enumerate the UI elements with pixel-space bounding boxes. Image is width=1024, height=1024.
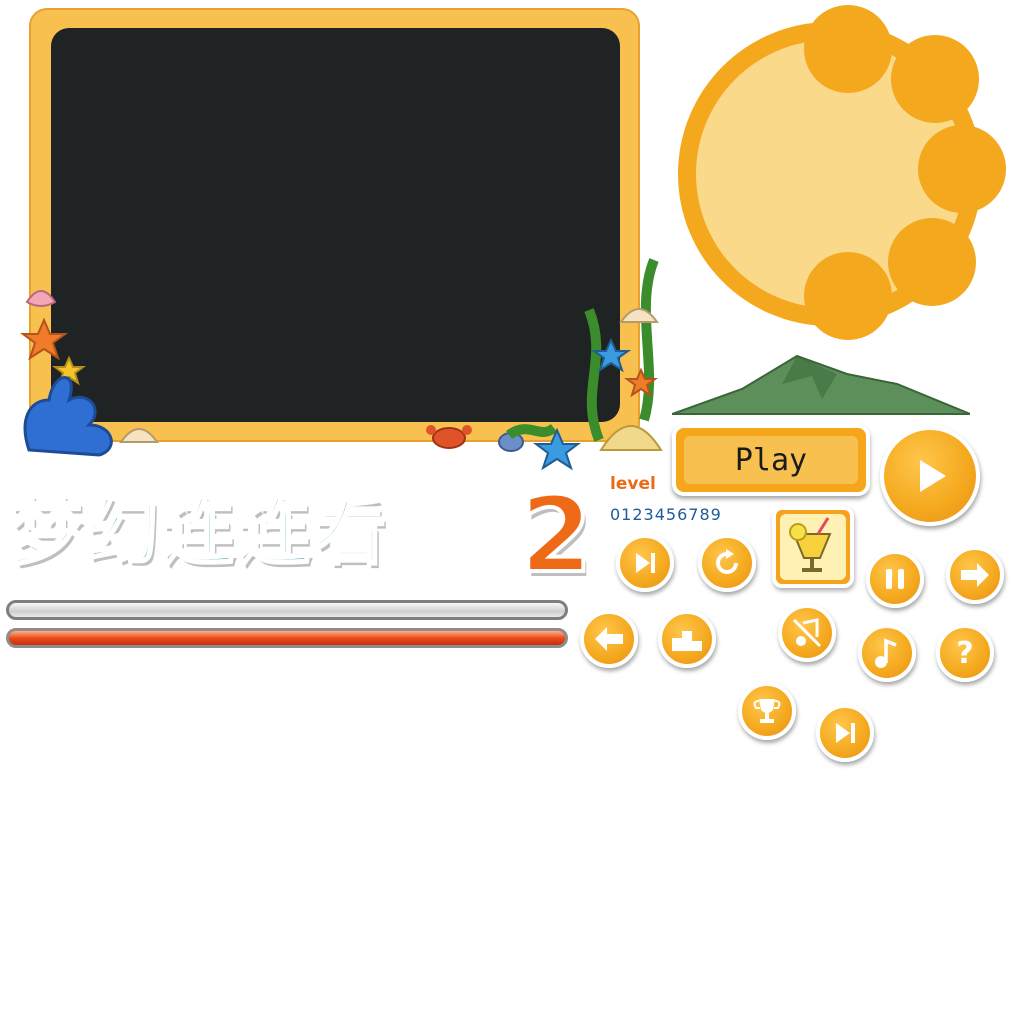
game-title-text: 梦幻连连看 (8, 489, 391, 576)
play-button[interactable]: Play (672, 424, 870, 496)
back-arrow-icon (595, 627, 623, 651)
skip-sound-button[interactable] (616, 534, 674, 592)
game-board-frame (20, 8, 663, 470)
skip-sound-icon (636, 553, 655, 573)
restart-button[interactable] (698, 534, 756, 592)
help-button[interactable]: ? (936, 624, 994, 682)
trophy-icon (753, 699, 781, 723)
pause-button[interactable] (866, 550, 924, 608)
restart-icon (716, 549, 738, 574)
next-button[interactable] (946, 546, 1004, 604)
next-arrow-icon (961, 563, 989, 587)
lemonade-icon (789, 517, 832, 572)
leaderboard-button[interactable] (658, 610, 716, 668)
lemonade-card[interactable] (772, 506, 854, 588)
game-title: 梦幻连连看 2 (8, 472, 610, 598)
progress-bar-full (6, 628, 568, 648)
game-title-number: 2 (518, 472, 594, 598)
play-round-button[interactable] (880, 426, 980, 526)
play-button-label: Play (684, 436, 858, 484)
music-off-button[interactable] (778, 604, 836, 662)
music-button[interactable] (858, 624, 916, 682)
podium-icon (672, 631, 702, 651)
sun-panel (678, 5, 1006, 340)
pause-icon (886, 569, 904, 589)
trophy-button[interactable] (738, 682, 796, 740)
level-label: level (610, 474, 656, 494)
play-triangle-icon (920, 460, 946, 492)
digit-strip: 0123456789 (610, 505, 722, 524)
back-button[interactable] (580, 610, 638, 668)
progress-bar-empty (6, 600, 568, 620)
fast-forward-icon (836, 723, 855, 743)
music-note-icon (875, 638, 897, 668)
help-icon: ? (956, 635, 974, 671)
sea-decorations (20, 258, 663, 470)
fast-forward-button[interactable] (816, 704, 874, 762)
music-off-icon (792, 618, 822, 648)
mountain-island (672, 354, 970, 415)
